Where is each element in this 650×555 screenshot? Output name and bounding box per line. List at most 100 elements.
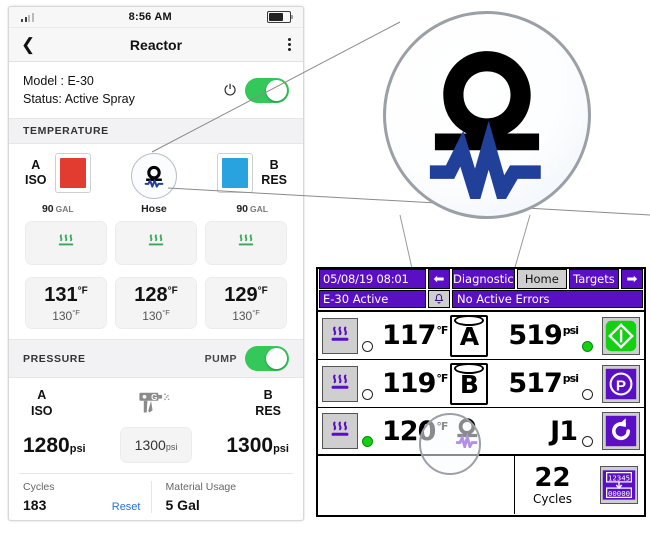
temp-readout-b[interactable]: 129°F 130°F	[205, 277, 287, 330]
hmi-status-bar: E-30 Active No Active Errors	[318, 290, 644, 308]
status-led-b	[582, 389, 593, 400]
temperature-label: TEMPERATURE	[23, 125, 109, 138]
hmi-top-bar: 05/08/19 08:01 ⬅ Diagnostic Home Targets…	[318, 269, 644, 289]
temp-readout-hose[interactable]: 128°F 130°F	[115, 277, 197, 330]
magnified-hose-icon-callout	[383, 11, 591, 219]
hmi-error-status: No Active Errors	[452, 290, 643, 308]
hmi-cycles-value: 22	[534, 462, 571, 493]
hose-heater-icon	[130, 153, 177, 200]
hmi-row-a: 117°F A 519psi	[318, 312, 644, 360]
tab-diagnostic[interactable]: Diagnostic	[452, 269, 515, 289]
drum-icon-b: B	[450, 362, 489, 405]
counter-reset-wrap: 12345 00000	[590, 456, 644, 514]
counter-reset-button[interactable]: 12345 00000	[600, 466, 638, 504]
material-usage-block: Material Usage 5 Gal	[150, 481, 294, 514]
cycles-value: 183	[23, 497, 47, 514]
hmi-pressure-b: 517psi	[508, 368, 579, 399]
pump-toggle[interactable]	[245, 346, 289, 372]
pump-controls: PUMP	[204, 346, 289, 372]
heat-waves-icon	[331, 326, 349, 341]
hose-label: Hose	[141, 203, 167, 216]
power-icon: ⏻	[224, 81, 236, 99]
drum-label-a: A	[459, 322, 480, 351]
status-led-hose	[582, 436, 593, 447]
heat-tile-hose[interactable]	[115, 221, 197, 266]
phone-status-bar: 8:56 AM	[9, 7, 303, 28]
hmi-pressure-a: 519psi	[508, 320, 579, 351]
tank-b[interactable]: B RES 90 GAL	[217, 153, 287, 215]
counter-to-text: 00000	[608, 489, 630, 498]
status-bar-time: 8:56 AM	[128, 11, 172, 23]
heat-button-b[interactable]	[322, 365, 358, 402]
bell-icon[interactable]	[428, 290, 450, 308]
heat-button-hose[interactable]	[322, 413, 358, 449]
hose-heater-glyph	[456, 418, 478, 448]
heat-tile-a[interactable]	[25, 221, 107, 266]
bell-glyph	[434, 293, 444, 304]
phone-nav-bar: ❮ Reactor	[9, 28, 303, 62]
pressure-label: PRESSURE	[23, 352, 86, 365]
pressure-b-value: 1300psi	[226, 433, 289, 457]
power-toggle[interactable]	[245, 77, 289, 103]
hmi-datetime: 05/08/19 08:01	[319, 269, 426, 289]
power-controls: ⏻	[224, 77, 289, 103]
arrow-right-icon[interactable]: ➡	[621, 269, 643, 289]
hose-heater-icon-magnified	[429, 51, 541, 199]
pressure-target-field[interactable]: 1300psi	[119, 427, 193, 464]
hmi-cycles-block: 22 Cycles	[515, 456, 590, 514]
pump-label: PUMP	[204, 352, 237, 365]
spray-start-button[interactable]	[602, 316, 640, 355]
battery-icon	[266, 11, 293, 23]
temp-target-a: 130°F	[52, 307, 80, 323]
reset-rotate-button[interactable]	[602, 412, 640, 450]
heat-waves-icon	[58, 234, 74, 246]
hmi-job-id: J1	[550, 415, 578, 447]
heat-button-a[interactable]	[322, 317, 358, 354]
hmi-row-b: 119°F B 517psi P	[318, 360, 644, 408]
tab-home[interactable]: Home	[516, 269, 567, 289]
heat-waves-icon	[331, 421, 349, 436]
heat-led-a	[362, 341, 373, 352]
temp-target-hose: 130°F	[142, 307, 170, 323]
tab-targets[interactable]: Targets	[568, 269, 619, 289]
drum-icon-a	[54, 153, 91, 194]
hmi-bottom-blank	[318, 456, 515, 514]
material-usage-value: 5 Gal	[165, 497, 200, 514]
tank-a[interactable]: A ISO 90 GAL	[25, 153, 91, 215]
device-text: Model : E-30 Status: Active Spray	[23, 72, 135, 108]
pressure-label-row: A ISO G B RES	[9, 378, 303, 425]
phone-footer: Cycles 183 Reset Material Usage 5 Gal	[19, 473, 294, 514]
device-status: Status: Active Spray	[23, 92, 135, 107]
heat-tile-b[interactable]	[205, 221, 287, 266]
device-summary: Model : E-30 Status: Active Spray ⏻	[9, 62, 303, 119]
hmi-body: 117°F A 519psi 119°F B 517psi P 120°F J1…	[318, 310, 644, 517]
pressure-b-label: B RES	[255, 388, 281, 418]
temperature-readout-row: 131°F 130°F 128°F 130°F 129°F 130°F	[9, 273, 303, 330]
hmi-row-hose: 120°F J1	[318, 408, 644, 456]
chevron-left-icon[interactable]: ❮	[21, 36, 35, 53]
hmi-bottom-row: 22 Cycles 12345 00000	[318, 456, 644, 514]
heat-waves-icon	[331, 374, 349, 389]
heat-led-hose	[362, 436, 373, 447]
temp-readout-a[interactable]: 131°F 130°F	[25, 277, 107, 330]
material-usage-label: Material Usage	[165, 481, 237, 494]
temp-target-b: 130°F	[232, 307, 260, 323]
reset-cycles-link[interactable]: Reset	[112, 501, 147, 513]
tank-row: A ISO 90 GAL Hose B RES 90 GAL	[9, 144, 303, 217]
heat-tile-row	[9, 217, 303, 266]
counter-from-text: 12345	[608, 473, 630, 482]
hose-selector[interactable]: Hose	[130, 153, 177, 216]
tank-a-label: A ISO	[25, 157, 47, 188]
reset-rotate-icon	[605, 415, 637, 447]
spray-gun-icon: G	[135, 388, 173, 423]
kebab-menu-icon[interactable]	[288, 38, 291, 51]
heat-waves-icon	[238, 234, 254, 246]
park-icon: P	[605, 368, 637, 399]
counter-reset-icon: 12345 00000	[602, 470, 636, 500]
park-button[interactable]: P	[602, 364, 640, 403]
svg-text:P: P	[616, 377, 626, 394]
hmi-temp-b: 119°F	[382, 368, 448, 399]
hmi-panel: 05/08/19 08:01 ⬅ Diagnostic Home Targets…	[316, 267, 646, 517]
device-model: Model : E-30	[23, 74, 94, 88]
arrow-left-icon[interactable]: ⬅	[428, 269, 450, 289]
